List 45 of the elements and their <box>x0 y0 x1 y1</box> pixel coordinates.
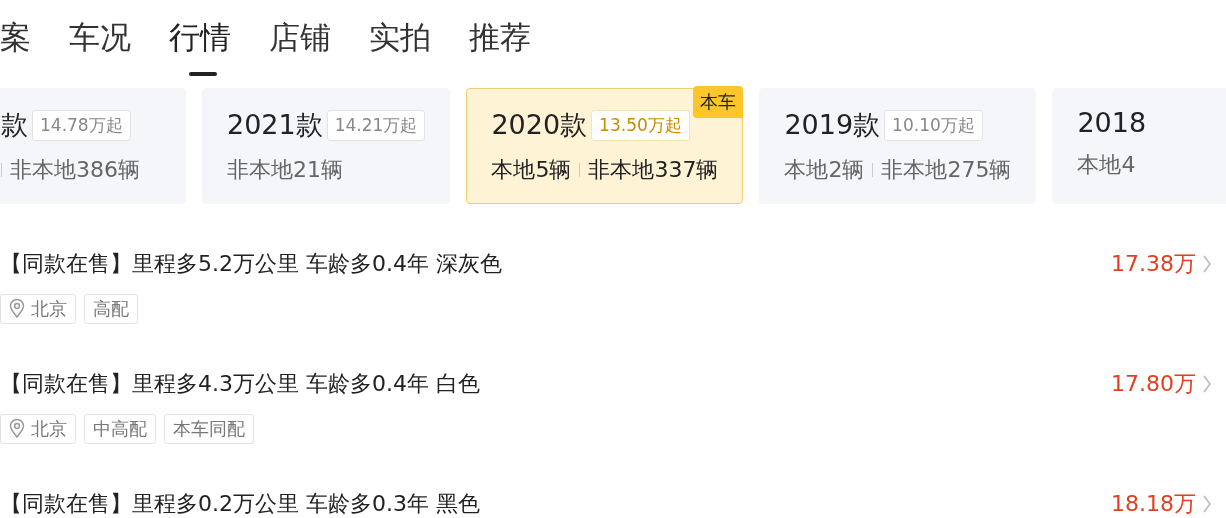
tab[interactable]: 店铺 <box>269 17 331 65</box>
model-year-card[interactable]: 2018 本地4 <box>1052 88 1226 204</box>
listing-title[interactable]: 【同款在售】里程多4.3万公里 车龄多0.4年 白色 <box>0 369 1111 399</box>
tab[interactable]: 行情 <box>169 17 231 65</box>
starting-price: 13.50万起 <box>591 109 690 141</box>
listing-price: 17.80万 <box>1111 370 1196 398</box>
starting-price: 14.21万起 <box>326 109 426 141</box>
model-year-card[interactable]: 本车 2020款 13.50万起 本地5辆 非本地337辆 <box>466 88 744 204</box>
model-year: 2020款 <box>491 108 588 142</box>
model-year-card[interactable]: 款 14.78万起 非本地386辆 <box>0 88 186 204</box>
tab[interactable]: 案 <box>0 17 31 65</box>
listing-count: 非本地21辆 <box>227 156 343 184</box>
model-year-card[interactable]: 2021款 14.21万起 非本地21辆 <box>202 88 451 204</box>
current-car-badge: 本车 <box>693 86 744 118</box>
location-pin-icon <box>9 419 25 439</box>
location-text: 北京 <box>31 297 67 321</box>
listing-count: 非本地337辆 <box>588 156 719 184</box>
location-text: 北京 <box>31 417 67 441</box>
listing-title[interactable]: 【同款在售】里程多0.2万公里 车龄多0.3年 黑色 <box>0 489 1111 518</box>
listing-count: 非本地275辆 <box>881 156 1012 184</box>
listing-price: 17.38万 <box>1111 250 1196 278</box>
model-year: 2021款 <box>227 108 323 142</box>
tab[interactable]: 推荐 <box>469 17 531 65</box>
model-year-card[interactable]: 2019款 10.10万起 本地2辆 非本地275辆 <box>759 88 1037 204</box>
feature-tag: 高配 <box>84 294 138 324</box>
listing-count: 非本地386辆 <box>10 156 140 184</box>
chevron-right-icon <box>1202 494 1212 514</box>
feature-tag: 本车同配 <box>164 414 254 444</box>
listing-count: 本地4 <box>1077 151 1136 179</box>
model-year: 2018 <box>1077 107 1147 138</box>
listing-price: 18.18万 <box>1111 490 1196 518</box>
tab[interactable]: 实拍 <box>369 17 431 65</box>
model-year: 2019款 <box>784 108 881 142</box>
active-tab-indicator <box>189 72 217 76</box>
chevron-right-icon <box>1202 254 1212 274</box>
listing-count: 本地5辆 <box>491 156 572 184</box>
starting-price: 10.10万起 <box>884 109 983 141</box>
location-pin-icon <box>9 299 25 319</box>
model-year: 款 <box>1 108 28 142</box>
tab[interactable]: 车况 <box>69 17 131 65</box>
listing-count: 本地2辆 <box>784 156 865 184</box>
chevron-right-icon <box>1202 374 1212 394</box>
feature-tag: 中高配 <box>84 414 156 444</box>
starting-price: 14.78万起 <box>32 109 131 141</box>
listing-title[interactable]: 【同款在售】里程多5.2万公里 车龄多0.4年 深灰色 <box>0 249 1111 279</box>
